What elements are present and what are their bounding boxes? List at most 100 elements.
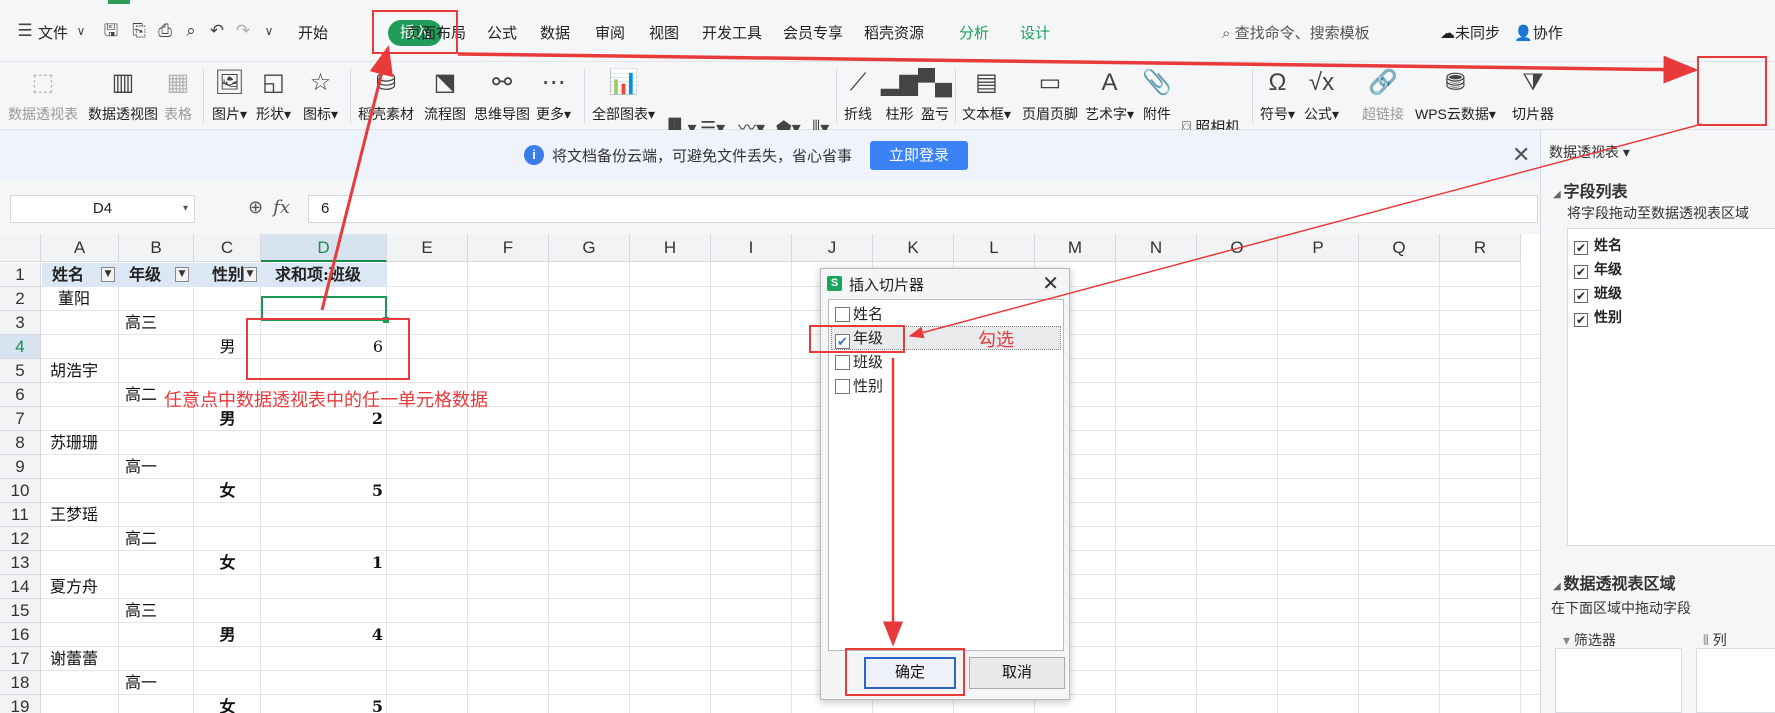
column-drop-zone[interactable]	[1696, 648, 1775, 713]
column-header-l[interactable]: L	[954, 234, 1035, 262]
slicer-field-4[interactable]: 性别	[835, 376, 883, 398]
sync-status[interactable]: ☁未同步	[1440, 22, 1500, 43]
column-header-p[interactable]: P	[1278, 234, 1359, 262]
pivot-cell-value[interactable]: 4	[261, 623, 383, 647]
tab-developer[interactable]: 开发工具	[702, 22, 762, 43]
row-header-1[interactable]: 1	[0, 263, 41, 287]
export-pdf-icon[interactable]: ⎘	[128, 20, 150, 42]
cancel-button[interactable]: 取消	[969, 657, 1065, 689]
column-header-j[interactable]: J	[792, 234, 873, 262]
checkbox-checked-icon[interactable]: ✔	[1574, 289, 1588, 303]
row-header-5[interactable]: 5	[0, 359, 41, 383]
pivot-cell-name[interactable]: 王梦瑶	[50, 503, 98, 527]
slicer-button[interactable]: ⧩ 切片器	[1512, 66, 1554, 124]
hamburger-menu-icon[interactable]: ☰	[14, 20, 36, 42]
pivot-header-sum[interactable]: ▼ 求和项:班级	[243, 263, 387, 287]
more-button[interactable]: ⋯ 更多▾	[536, 66, 571, 124]
column-header-m[interactable]: M	[1035, 234, 1116, 262]
filter-dropdown-icon[interactable]: ▼	[101, 267, 115, 282]
all-charts-button[interactable]: 📊 全部图表▾	[592, 66, 655, 124]
close-icon[interactable]: ✕	[1042, 271, 1059, 296]
column-header-e[interactable]: E	[387, 234, 468, 262]
pivot-cell-grade[interactable]: 高三	[125, 311, 157, 335]
sparkline-column-button[interactable]: ▂▆ 柱形	[881, 66, 918, 124]
field-item-4[interactable]: ✔ 性别	[1574, 307, 1622, 327]
symbol-button[interactable]: Ω 符号▾	[1260, 66, 1295, 124]
sparkline-line-button[interactable]: ⟋ 折线	[844, 66, 872, 124]
pivot-cell-gender[interactable]: 女	[194, 695, 261, 713]
checkbox-icon[interactable]	[835, 379, 850, 394]
tab-analyze[interactable]: 分析	[959, 22, 989, 43]
print-preview-icon[interactable]: ⌕	[180, 20, 202, 42]
row-header-3[interactable]: 3	[0, 311, 41, 335]
column-header-n[interactable]: N	[1116, 234, 1197, 262]
row-header-2[interactable]: 2	[0, 287, 41, 311]
formula-button[interactable]: √x 公式▾	[1304, 66, 1339, 124]
pivot-cell-name[interactable]: 胡浩宇	[50, 359, 98, 383]
row-header-17[interactable]: 17	[0, 647, 41, 671]
pivot-cell-grade[interactable]: 高一	[125, 671, 157, 695]
column-header-i[interactable]: I	[711, 234, 792, 262]
row-header-15[interactable]: 15	[0, 599, 41, 623]
pivot-cell-grade[interactable]: 高一	[125, 455, 157, 479]
pivot-cell-value[interactable]: 5	[261, 479, 383, 503]
field-item-1[interactable]: ✔ 姓名	[1574, 235, 1622, 255]
pivot-cell-name[interactable]: 夏方舟	[50, 575, 98, 599]
table-button[interactable]: ▦ 表格	[164, 66, 192, 124]
row-header-7[interactable]: 7	[0, 407, 41, 431]
column-header-b[interactable]: B	[119, 234, 194, 262]
formula-input[interactable]: 6	[308, 195, 1538, 223]
filter-dropdown-icon[interactable]: ▼	[175, 267, 189, 282]
row-header-16[interactable]: 16	[0, 623, 41, 647]
pivot-chart-button[interactable]: ▥ 数据透视图	[88, 66, 158, 124]
checkbox-checked-icon[interactable]: ✔	[1574, 313, 1588, 327]
textbox-button[interactable]: ▤ 文本框▾	[962, 66, 1011, 124]
tab-docer[interactable]: 稻壳资源	[864, 22, 924, 43]
tab-design[interactable]: 设计	[1020, 22, 1050, 43]
pivot-cell-value[interactable]: 1	[261, 551, 383, 575]
slicer-field-3[interactable]: 班级	[835, 352, 883, 374]
pane-title[interactable]: 数据透视表 ▾	[1549, 142, 1630, 162]
pivot-cell-value[interactable]: 5	[261, 695, 383, 713]
column-header-r[interactable]: R	[1440, 234, 1521, 262]
column-header-h[interactable]: H	[630, 234, 711, 262]
column-header-f[interactable]: F	[468, 234, 549, 262]
picture-button[interactable]: 🖼 图片▾	[212, 66, 247, 124]
select-all-corner[interactable]	[0, 234, 41, 262]
tab-formulas[interactable]: 公式	[487, 22, 517, 43]
flowchart-button[interactable]: ⬔ 流程图	[424, 66, 466, 124]
undo-icon[interactable]: ↶	[206, 20, 228, 42]
row-header-11[interactable]: 11	[0, 503, 41, 527]
filter-dropdown-icon[interactable]: ▼	[243, 267, 257, 282]
attachment-button[interactable]: 📎 附件	[1142, 66, 1172, 124]
checkbox-icon[interactable]	[835, 307, 850, 322]
shape-button[interactable]: ◱ 形状▾	[256, 66, 291, 124]
file-menu[interactable]: 文件	[38, 22, 68, 43]
docer-material-button[interactable]: ⛁ 稻壳素材	[358, 66, 414, 124]
row-header-10[interactable]: 10	[0, 479, 41, 503]
wordart-button[interactable]: A 艺术字▾	[1085, 66, 1134, 124]
pivot-cell-gender[interactable]: 女	[194, 551, 261, 575]
pivot-cell-grade[interactable]: 高三	[125, 599, 157, 623]
tab-home[interactable]: 开始	[298, 22, 328, 43]
header-footer-button[interactable]: ▭ 页眉页脚	[1022, 66, 1078, 124]
row-header-6[interactable]: 6	[0, 383, 41, 407]
zoom-icon[interactable]: ⊕	[248, 197, 263, 217]
row-header-14[interactable]: 14	[0, 575, 41, 599]
checkbox-icon[interactable]	[835, 355, 850, 370]
pivot-cell-grade[interactable]: 高二	[125, 527, 157, 551]
field-item-2[interactable]: ✔ 年级	[1574, 259, 1622, 279]
row-header-12[interactable]: 12	[0, 527, 41, 551]
tab-member[interactable]: 会员专享	[783, 22, 843, 43]
row-header-4[interactable]: 4	[0, 335, 41, 359]
save-icon[interactable]: 🖫	[100, 20, 122, 42]
pivot-cell-grade[interactable]: 高二	[125, 383, 157, 407]
mindmap-button[interactable]: ⚯ 思维导图	[474, 66, 530, 124]
column-header-d[interactable]: D	[261, 234, 387, 262]
fx-icon[interactable]: fx	[273, 197, 290, 218]
icon-button[interactable]: ☆ 图标▾	[303, 66, 338, 124]
row-header-13[interactable]: 13	[0, 551, 41, 575]
hyperlink-button[interactable]: 🔗 超链接	[1362, 66, 1404, 124]
tab-data[interactable]: 数据	[540, 22, 570, 43]
checkbox-checked-icon[interactable]: ✔	[1574, 265, 1588, 279]
